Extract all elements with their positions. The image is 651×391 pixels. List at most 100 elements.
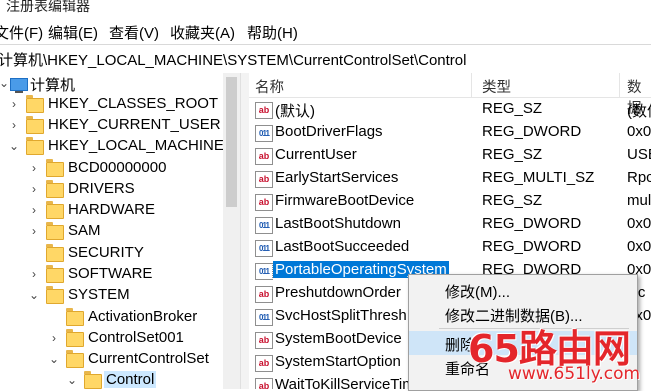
- tree-node-security[interactable]: SECURITY: [0, 243, 220, 265]
- chevron-right-icon[interactable]: ›: [28, 267, 40, 281]
- chevron-right-icon[interactable]: ›: [28, 224, 40, 238]
- computer-icon: [10, 78, 28, 93]
- value-name: CurrentUser: [275, 146, 357, 163]
- chevron-right-icon[interactable]: ›: [8, 118, 20, 132]
- chevron-down-icon[interactable]: ⌄: [8, 139, 20, 153]
- tree-node-hkcu[interactable]: › HKEY_CURRENT_USER: [0, 115, 221, 137]
- value-type: REG_MULTI_SZ: [482, 169, 595, 186]
- menu-view[interactable]: 查看(V): [109, 22, 159, 43]
- tree-label: BCD00000000: [68, 159, 167, 176]
- tree-node-controlset001[interactable]: › ControlSet001: [0, 328, 220, 350]
- tree-label: ControlSet001: [88, 329, 184, 346]
- tree-label: HKEY_LOCAL_MACHINE: [48, 137, 224, 154]
- value-name: FirmwareBootDevice: [275, 192, 415, 209]
- chevron-right-icon[interactable]: ›: [28, 182, 40, 196]
- menu-help[interactable]: 帮助(H): [247, 22, 298, 43]
- address-path[interactable]: 计算机\HKEY_LOCAL_MACHINE\SYSTEM\CurrentCon…: [0, 49, 466, 70]
- value-row[interactable]: 011 BootDriverFlags REG_DWORD 0x0: [249, 121, 651, 144]
- folder-open-icon: [46, 286, 64, 304]
- value-name: BootDriverFlags: [275, 123, 383, 140]
- address-bar[interactable]: 计算机\HKEY_LOCAL_MACHINE\SYSTEM\CurrentCon…: [0, 44, 651, 74]
- binary-value-icon: 011: [255, 240, 273, 257]
- chevron-down-icon[interactable]: ⌄: [0, 76, 10, 90]
- chevron-right-icon[interactable]: ›: [48, 331, 60, 345]
- string-value-icon: ab: [255, 148, 273, 165]
- folder-icon: [46, 265, 64, 283]
- tree-scrollbar[interactable]: [223, 73, 240, 389]
- value-data: 0x0: [627, 123, 651, 140]
- tree-node-hardware[interactable]: › HARDWARE: [0, 200, 220, 222]
- value-row[interactable]: 011 LastBootShutdown REG_DWORD 0x0: [249, 213, 651, 236]
- menu-favorites[interactable]: 收藏夹(A): [170, 22, 235, 43]
- site-watermark: 65路由网 www.651ly.com: [468, 320, 651, 389]
- value-name: SvcHostSplitThresh: [275, 307, 407, 324]
- value-data: mul: [627, 192, 651, 209]
- tree-label: Control: [104, 371, 157, 388]
- value-name: SystemBootDevice: [275, 330, 402, 347]
- column-divider[interactable]: [471, 73, 472, 97]
- chevron-right-icon[interactable]: ›: [28, 203, 40, 217]
- tree-node-hkcr[interactable]: › HKEY_CLASSES_ROOT: [0, 94, 220, 116]
- string-value-icon: ab: [255, 332, 273, 349]
- tree-label: ActivationBroker: [88, 308, 198, 325]
- key-tree: ⌄ 计算机 › HKEY_CLASSES_ROOT › HKEY_CURRENT…: [0, 73, 240, 389]
- value-row[interactable]: ab (默认) REG_SZ (数值: [249, 98, 651, 121]
- value-type: REG_DWORD: [482, 215, 582, 232]
- chevron-right-icon[interactable]: ›: [8, 97, 20, 111]
- column-type[interactable]: 类型: [482, 76, 511, 97]
- column-divider[interactable]: [619, 73, 620, 97]
- tree-label: SAM: [68, 222, 101, 239]
- chevron-right-icon[interactable]: ›: [28, 161, 40, 175]
- value-data: (数值: [627, 103, 651, 120]
- tree-node-hklm[interactable]: ⌄ HKEY_LOCAL_MACHINE: [0, 136, 224, 158]
- tree-label: 计算机: [30, 77, 76, 94]
- column-header: 名称 类型 数据: [249, 73, 651, 117]
- tree-node-activationbroker[interactable]: ActivationBroker: [0, 307, 220, 329]
- value-row[interactable]: 011 LastBootSucceeded REG_DWORD 0x0: [249, 236, 651, 259]
- binary-value-icon: 011: [255, 125, 273, 142]
- tree-node-drivers[interactable]: › DRIVERS: [0, 179, 220, 201]
- menu-edit[interactable]: 编辑(E): [48, 22, 98, 43]
- pane-splitter[interactable]: [240, 73, 249, 389]
- tree-node-system[interactable]: ⌄ SYSTEM: [0, 285, 220, 307]
- value-name: PreshutdownOrder: [275, 284, 401, 301]
- value-type: REG_SZ: [482, 100, 543, 117]
- menu-file[interactable]: 文件(F): [0, 22, 43, 43]
- string-value-icon: ab: [255, 286, 273, 303]
- tree-node-currentcontrolset[interactable]: ⌄ CurrentControlSet: [0, 349, 220, 371]
- tree-node-software[interactable]: › SOFTWARE: [0, 264, 220, 286]
- tree-node-computer[interactable]: ⌄ 计算机: [0, 73, 220, 95]
- menu-bar: 文件(F) 编辑(E) 查看(V) 收藏夹(A) 帮助(H): [0, 18, 651, 44]
- value-row[interactable]: ab EarlyStartServices REG_MULTI_SZ Rpc: [249, 167, 651, 190]
- value-type: REG_SZ: [482, 192, 543, 209]
- tree-label: SOFTWARE: [68, 265, 153, 282]
- string-value-icon: ab: [255, 102, 273, 119]
- chevron-down-icon[interactable]: ⌄: [48, 352, 60, 366]
- string-value-icon: ab: [255, 194, 273, 211]
- value-row[interactable]: ab CurrentUser REG_SZ USE: [249, 144, 651, 167]
- binary-value-icon: 011: [255, 263, 273, 280]
- folder-icon: [46, 159, 64, 177]
- folder-icon: [46, 180, 64, 198]
- tree-node-control[interactable]: ⌄ Control: [0, 370, 220, 389]
- chevron-down-icon[interactable]: ⌄: [28, 288, 40, 302]
- tree-node-sam[interactable]: › SAM: [0, 221, 220, 243]
- chevron-down-icon[interactable]: ⌄: [66, 373, 78, 387]
- tree-node-bcd[interactable]: › BCD00000000: [0, 158, 220, 180]
- value-name: SystemStartOption: [275, 353, 401, 370]
- folder-icon: [46, 244, 64, 262]
- column-name[interactable]: 名称: [255, 76, 284, 97]
- context-modify[interactable]: 修改(M)...: [409, 278, 637, 302]
- value-type: REG_SZ: [482, 146, 543, 163]
- folder-icon: [46, 222, 64, 240]
- tree-label: HKEY_CLASSES_ROOT: [48, 95, 219, 112]
- scrollbar-thumb[interactable]: [226, 77, 237, 207]
- value-row[interactable]: ab FirmwareBootDevice REG_SZ mul: [249, 190, 651, 213]
- context-item-label: 修改(M)...: [445, 284, 510, 301]
- binary-value-icon: 011: [255, 217, 273, 234]
- value-data: 0x0: [627, 215, 651, 232]
- value-name: (默认): [275, 103, 315, 120]
- value-data: USE: [627, 146, 651, 163]
- tree-label: HARDWARE: [68, 201, 155, 218]
- folder-icon: [26, 95, 44, 113]
